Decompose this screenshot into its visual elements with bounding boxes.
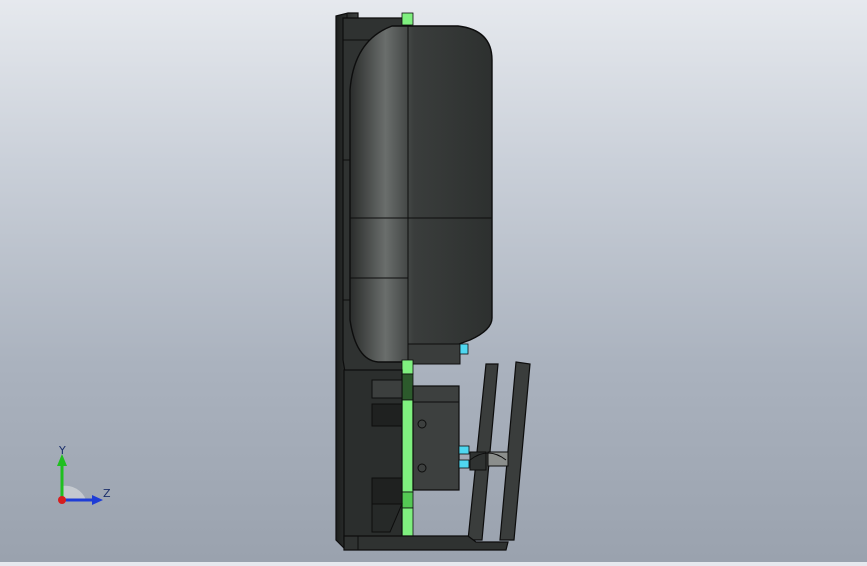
sensor-module	[412, 385, 470, 491]
z-axis-label: Z	[103, 487, 111, 500]
axis-triad: Y Z	[48, 440, 118, 510]
lower-dome-block	[407, 343, 469, 365]
x-axis-dot	[58, 496, 66, 504]
cad-viewport[interactable]	[0, 0, 867, 562]
y-axis-label: Y	[58, 444, 66, 457]
base-plate	[343, 535, 509, 551]
cad-model	[335, 12, 531, 551]
dome-housing	[349, 25, 493, 363]
lower-body	[343, 369, 403, 541]
mounting-bracket	[467, 361, 531, 541]
triad-quadrant	[62, 485, 86, 500]
z-axis-arrow-icon	[92, 495, 103, 505]
